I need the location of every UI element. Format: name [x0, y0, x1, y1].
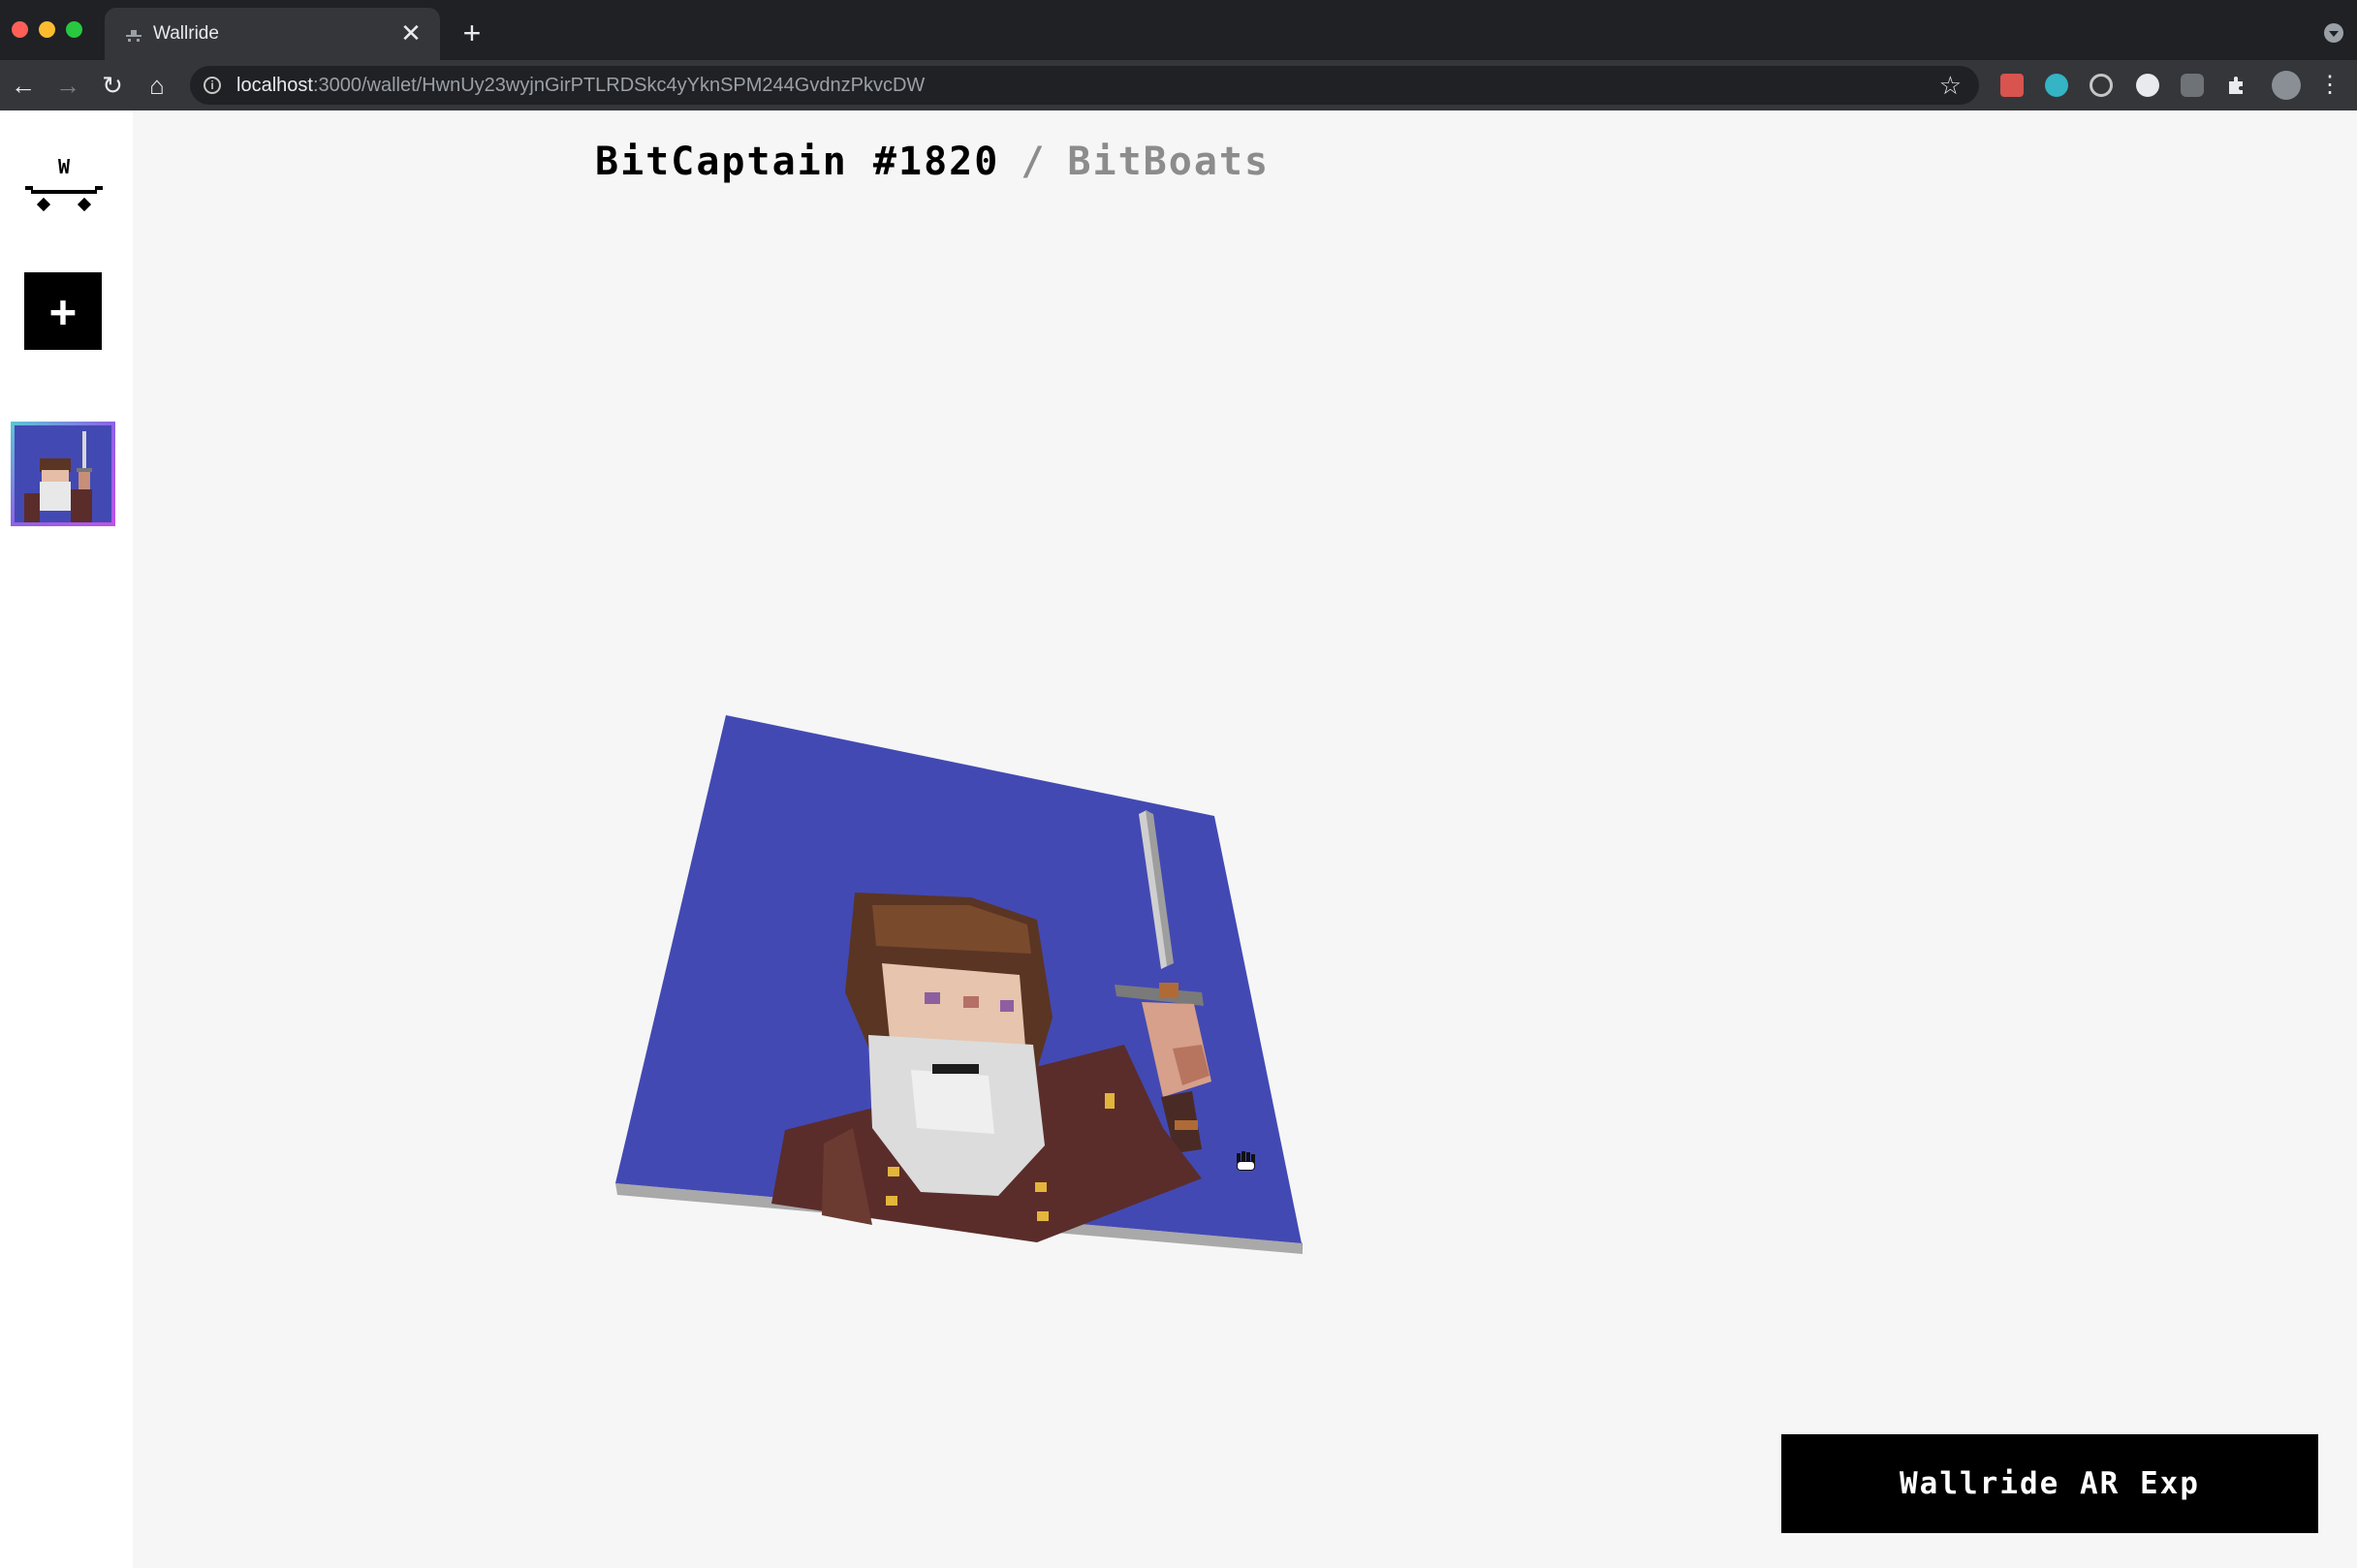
ar-experience-button[interactable]: Wallride AR Exp [1781, 1434, 2318, 1533]
browser-toolbar: ← → ↻ ⌂ i localhost:3000/wallet/HwnUy23w… [0, 60, 2357, 110]
wallride-favicon-icon [126, 30, 141, 42]
collection-link[interactable]: BitBoats [1067, 140, 1270, 184]
window-close-button[interactable] [12, 21, 28, 38]
forward-button[interactable]: → [52, 70, 83, 101]
home-button[interactable]: ⌂ [141, 70, 173, 101]
sidebar: W + [0, 110, 133, 1568]
address-bar[interactable]: i localhost:3000/wallet/HwnUy23wyjnGirPT… [190, 66, 1979, 105]
browser-tab[interactable]: Wallride ✕ [105, 8, 440, 60]
site-info-icon[interactable]: i [204, 77, 221, 94]
reload-button[interactable]: ↻ [97, 70, 128, 101]
profile-avatar[interactable] [2272, 71, 2301, 100]
url-text[interactable]: localhost:3000/wallet/HwnUy23wyjnGirPTLR… [236, 75, 925, 97]
window-minimize-button[interactable] [39, 21, 55, 38]
tab-title: Wallride [153, 23, 219, 44]
m-extension-icon[interactable] [2045, 74, 2068, 97]
title-separator: / [1021, 140, 1047, 184]
red-extension-icon[interactable] [2000, 74, 2024, 97]
url-path: :3000/wallet/HwnUy23wyjnGirPTLRDSkc4yYkn… [312, 75, 926, 96]
page-content: W + BitCaptain #1820 / BitBoats Wallride… [0, 110, 2357, 1568]
window-maximize-button[interactable] [66, 21, 82, 38]
nft-thumbnail-image [15, 425, 111, 522]
nft-3d-viewer[interactable] [581, 585, 1357, 1322]
browser-titlebar: Wallride ✕ + [0, 0, 2357, 60]
puzzle-extension-icon[interactable] [2225, 74, 2248, 97]
target-extension-icon[interactable] [2090, 74, 2113, 97]
tab-close-icon[interactable]: ✕ [395, 17, 426, 48]
bookmark-star-icon[interactable]: ☆ [1939, 70, 1962, 101]
new-tab-button[interactable]: + [456, 17, 488, 50]
url-host: localhost [236, 75, 313, 96]
tab-search-icon[interactable] [2324, 23, 2343, 43]
nft-thumbnail[interactable] [11, 422, 115, 526]
page-title: BitCaptain #1820 / BitBoats [595, 140, 1270, 184]
browser-menu-icon[interactable]: ⋮ [2314, 70, 2345, 101]
logo-letter: W [58, 155, 71, 178]
add-button[interactable]: + [24, 272, 102, 350]
shield-extension-icon[interactable] [2181, 74, 2204, 97]
wallride-logo-icon[interactable]: W [21, 149, 107, 217]
lastpass-extension-icon[interactable] [2136, 74, 2159, 97]
back-button[interactable]: ← [8, 70, 39, 101]
nft-name: BitCaptain #1820 [595, 140, 1000, 184]
